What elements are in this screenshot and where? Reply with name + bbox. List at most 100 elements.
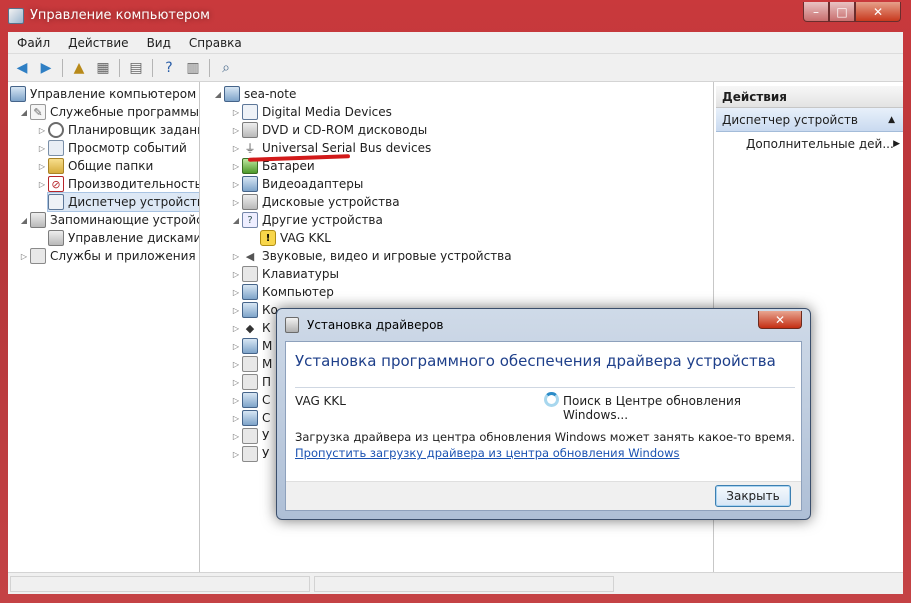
expand-arrow-icon[interactable]: ▷ (230, 414, 242, 423)
expand-arrow-icon[interactable]: ▷ (230, 360, 242, 369)
title-bar[interactable]: Управление компьютером – □ ✕ (0, 0, 911, 32)
more-actions-item[interactable]: Дополнительные дей... ▶ (746, 134, 900, 154)
device-category[interactable]: ▷ Ко (230, 301, 278, 319)
actions-section-device-manager[interactable]: Диспетчер устройств ▲ (716, 108, 903, 132)
device-category[interactable]: ▷ Видеоадаптеры (230, 175, 363, 193)
network-adapter-icon (242, 392, 258, 408)
expand-arrow-icon[interactable]: ▷ (230, 288, 242, 297)
forward-icon[interactable]: ▶ (36, 58, 56, 78)
minimize-button[interactable]: – (803, 2, 829, 22)
device-category[interactable]: ▷ У (230, 427, 269, 445)
device-category-other[interactable]: ◢ ? Другие устройства (230, 211, 383, 229)
expand-arrow-icon[interactable]: ▷ (230, 126, 242, 135)
scan-hardware-icon[interactable]: ⌕ (216, 58, 236, 78)
expand-arrow-icon[interactable]: ▷ (36, 162, 48, 171)
busy-spinner-icon (544, 392, 559, 407)
expand-arrow-icon[interactable]: ▷ (230, 378, 242, 387)
tree-item-performance[interactable]: ▷ ⊘ Производительность (36, 175, 199, 193)
status-segment (314, 576, 614, 592)
controller-icon (242, 302, 258, 318)
collapse-triangle-icon[interactable]: ▲ (888, 108, 895, 132)
tree-item-disk-management[interactable]: Управление дисками (48, 229, 199, 247)
device-category[interactable]: ▷ Компьютер (230, 283, 334, 301)
close-dialog-button[interactable]: Закрыть (715, 485, 791, 507)
menu-action[interactable]: Действие (59, 36, 137, 50)
monitor-icon (242, 338, 258, 354)
device-category[interactable]: ▷ ◆ К (230, 319, 271, 337)
device-category[interactable]: ▷ Дисковые устройства (230, 193, 400, 211)
dialog-close-button[interactable]: ✕ (758, 311, 802, 329)
tree-item-task-scheduler[interactable]: ▷ Планировщик заданий (36, 121, 199, 139)
expand-arrow-icon[interactable]: ▷ (36, 126, 48, 135)
actions-header: Действия (716, 86, 903, 108)
device-category[interactable]: ▷ У (230, 445, 269, 463)
help-icon[interactable]: ? (159, 58, 179, 78)
search-status: Поиск в Центре обновления Windows... (563, 394, 741, 422)
expand-arrow-icon[interactable]: ▷ (36, 144, 48, 153)
device-category[interactable]: ▷ Digital Media Devices (230, 103, 392, 121)
dialog-divider (295, 387, 795, 388)
expand-arrow-icon[interactable]: ▷ (230, 450, 242, 459)
tree-item-services-apps[interactable]: ▷ Службы и приложения (18, 247, 196, 265)
expand-arrow-icon[interactable]: ▷ (36, 180, 48, 189)
storage-icon (30, 212, 46, 228)
device-category[interactable]: ▷ П (230, 373, 271, 391)
device-category[interactable]: ▷ С (230, 391, 270, 409)
device-category[interactable]: ▷ ◀ Звуковые, видео и игровые устройства (230, 247, 512, 265)
toolbar-separator (152, 58, 153, 77)
expand-arrow-icon[interactable]: ▷ (230, 162, 242, 171)
tree-item-event-viewer[interactable]: ▷ Просмотр событий (36, 139, 187, 157)
console-tree-icon[interactable]: ▦ (93, 58, 113, 78)
device-category[interactable]: ▷ DVD и CD-ROM дисководы (230, 121, 427, 139)
expand-arrow-icon[interactable]: ▷ (230, 270, 242, 279)
expand-arrow-icon[interactable]: ▷ (230, 324, 242, 333)
expand-arrow-icon[interactable]: ▷ (230, 144, 242, 153)
export-list-icon[interactable]: ▤ (126, 58, 146, 78)
collapse-arrow-icon[interactable]: ◢ (212, 90, 224, 99)
menu-help[interactable]: Справка (180, 36, 251, 50)
collapse-arrow-icon[interactable]: ◢ (18, 216, 30, 225)
tree-item-device-manager[interactable]: Диспетчер устройств (46, 192, 199, 212)
expand-arrow-icon[interactable]: ▷ (18, 252, 30, 261)
back-icon[interactable]: ◀ (12, 58, 32, 78)
up-folder-icon[interactable]: ▲ (69, 58, 89, 78)
mouse-icon (242, 356, 258, 372)
device-tree-root[interactable]: ◢ sea-note (212, 85, 296, 103)
collapse-arrow-icon[interactable]: ◢ (230, 216, 242, 225)
services-icon (30, 248, 46, 264)
tree-item-computer-management[interactable]: Управление компьютером (л (10, 85, 199, 103)
device-category[interactable]: ▷ М (230, 337, 272, 355)
expand-arrow-icon[interactable]: ▷ (230, 108, 242, 117)
network-icon: ◆ (245, 321, 255, 335)
action-pane-icon[interactable]: ▥ (183, 58, 203, 78)
maximize-button[interactable]: □ (829, 2, 855, 22)
computer-management-icon (8, 8, 24, 24)
expand-arrow-icon[interactable]: ▷ (230, 432, 242, 441)
device-category[interactable]: ▷ Клавиатуры (230, 265, 339, 283)
device-category[interactable]: ▷ С (230, 409, 270, 427)
tree-item-shared-folders[interactable]: ▷ Общие папки (36, 157, 153, 175)
expand-arrow-icon[interactable]: ▷ (230, 396, 242, 405)
computer-icon (242, 284, 258, 300)
device-vag-kkl[interactable]: ! VAG KKL (260, 229, 331, 247)
collapse-arrow-icon[interactable]: ◢ (18, 108, 30, 117)
input-device-icon (242, 428, 258, 444)
menu-file[interactable]: Файл (8, 36, 59, 50)
tree-item-storage[interactable]: ◢ Запоминающие устройст (18, 211, 199, 229)
system-device-icon (242, 410, 258, 426)
dialog-heading: Установка программного обеспечения драйв… (295, 352, 776, 370)
expand-arrow-icon[interactable]: ▷ (230, 180, 242, 189)
expand-arrow-icon[interactable]: ▷ (230, 306, 242, 315)
skip-download-link[interactable]: Пропустить загрузку драйвера из центра о… (295, 446, 680, 460)
menu-view[interactable]: Вид (138, 36, 180, 50)
device-category[interactable]: ▷ М (230, 355, 272, 373)
expand-arrow-icon[interactable]: ▷ (230, 198, 242, 207)
close-button[interactable]: ✕ (855, 2, 901, 22)
installer-icon (285, 317, 299, 333)
menu-bar: Файл Действие Вид Справка (8, 32, 903, 54)
expand-arrow-icon[interactable]: ▷ (230, 342, 242, 351)
tree-item-system-tools[interactable]: ◢ ✎ Служебные программы (18, 103, 199, 121)
clock-icon (48, 122, 64, 138)
expand-arrow-icon[interactable]: ▷ (230, 252, 242, 261)
computer-icon (10, 86, 26, 102)
